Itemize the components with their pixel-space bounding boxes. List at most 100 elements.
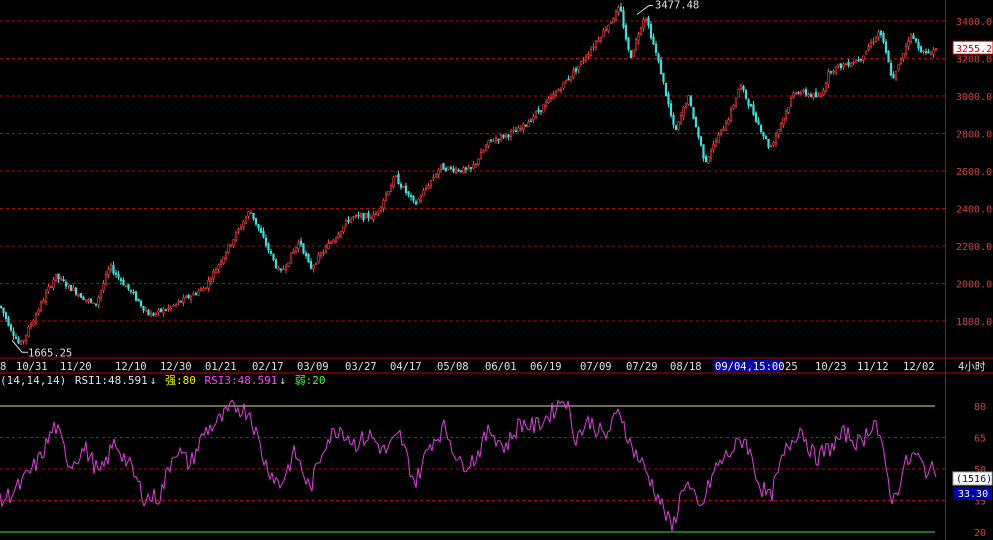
- time-axis: 8 10/31 11/20 12/10 12/30 01/21 02/17 03/09 03/2…: [0, 360, 986, 373]
- candle-body: [797, 92, 800, 94]
- candle-body: [687, 95, 690, 105]
- candle-body: [517, 127, 520, 132]
- candle-body: [892, 74, 895, 79]
- candle-body: [407, 191, 410, 195]
- candle-body: [112, 264, 115, 274]
- candle-body: [489, 139, 493, 141]
- candle-body: [164, 309, 168, 312]
- candle-body: [319, 253, 323, 256]
- candle-body: [467, 167, 470, 170]
- candle-body: [607, 24, 610, 32]
- candle-body: [122, 279, 125, 286]
- candle-body: [792, 92, 795, 98]
- candle-body: [739, 85, 743, 89]
- candle-body: [237, 228, 240, 232]
- candle-body: [37, 309, 40, 314]
- rsi1-value: RSI1:48.591: [74, 374, 148, 387]
- candle-body: [339, 230, 343, 237]
- candle-body: [119, 278, 123, 282]
- candle-body: [354, 215, 358, 217]
- candle-body: [309, 261, 313, 269]
- candle-body: [542, 104, 545, 113]
- candle-body: [192, 293, 195, 296]
- candle-body: [247, 211, 250, 217]
- candle-body: [539, 110, 543, 112]
- candle-body: [174, 303, 178, 306]
- time-tick-label: 07/29: [626, 361, 658, 373]
- candle-body: [57, 273, 60, 280]
- candle-body: [312, 265, 315, 270]
- candle-body: [132, 291, 135, 294]
- candle-body: [172, 304, 175, 307]
- candle-body: [394, 175, 398, 178]
- candle-body: [299, 240, 303, 245]
- time-tick-label: 07/09: [580, 361, 612, 373]
- candle-body: [497, 138, 500, 141]
- candle-body: [99, 290, 103, 298]
- candle-body: [487, 140, 490, 146]
- candle-body: [727, 119, 730, 124]
- candle-body: [189, 296, 193, 300]
- candle-body: [874, 37, 878, 43]
- candle-body: [804, 89, 808, 96]
- candle-body: [789, 98, 793, 107]
- candle-body: [477, 158, 480, 165]
- candle-body: [104, 274, 108, 285]
- candle-body: [522, 123, 525, 130]
- time-tick-label: 12/30: [160, 361, 192, 373]
- candle-body: [867, 46, 870, 50]
- time-tick-label: 01/21: [205, 361, 237, 373]
- candle-body: [322, 252, 325, 254]
- candle-body: [442, 163, 445, 170]
- candle-body: [747, 99, 750, 106]
- candle-body: [779, 123, 783, 130]
- candle-body: [292, 250, 295, 254]
- candle-body: [167, 307, 170, 310]
- candle-body: [702, 144, 705, 159]
- candle-body: [139, 300, 143, 307]
- candle-body: [412, 195, 415, 201]
- candle-body: [434, 174, 438, 178]
- candle-body: [0, 305, 3, 308]
- candle-body: [707, 156, 710, 164]
- candle-body: [379, 206, 383, 211]
- candle-body: [59, 278, 63, 280]
- candle-body: [297, 242, 300, 250]
- candle-body: [669, 103, 673, 116]
- candle-body: [64, 282, 68, 287]
- candle-body: [587, 54, 590, 57]
- candle-body: [447, 166, 450, 170]
- candle-body: [819, 94, 823, 97]
- candle-body: [359, 214, 363, 217]
- time-tick-label: 11/20: [60, 361, 92, 373]
- candle-body: [859, 58, 863, 61]
- candle-body: [262, 230, 265, 238]
- candle-body: [429, 180, 433, 186]
- candle-body: [404, 185, 408, 193]
- time-tick-label: 10/31: [16, 361, 48, 373]
- candle-body: [204, 287, 208, 290]
- time-tick-label: 05/08: [437, 361, 469, 373]
- candle-body: [732, 105, 735, 109]
- time-tick-label: 4小时: [958, 361, 986, 373]
- candle-body: [679, 115, 683, 124]
- candle-body: [884, 41, 888, 53]
- candle-body: [659, 59, 663, 75]
- candle-body: [27, 326, 30, 337]
- weak-level: 弱:20: [294, 374, 326, 387]
- candle-body: [224, 252, 228, 259]
- candle-body: [254, 217, 258, 225]
- candle-body: [697, 127, 700, 138]
- candle-body: [289, 252, 293, 264]
- candle-body: [837, 63, 840, 67]
- candle-body: [437, 169, 440, 175]
- candle-body: [77, 294, 80, 297]
- candle-body: [632, 49, 635, 57]
- candle-body: [857, 59, 860, 62]
- rsi3-value: RSI3:48.591: [204, 374, 278, 387]
- candlestick-series: [0, 2, 938, 346]
- candle-body: [377, 210, 380, 214]
- candle-body: [274, 259, 278, 269]
- candle-body: [754, 112, 758, 122]
- rsi-line: [0, 399, 937, 532]
